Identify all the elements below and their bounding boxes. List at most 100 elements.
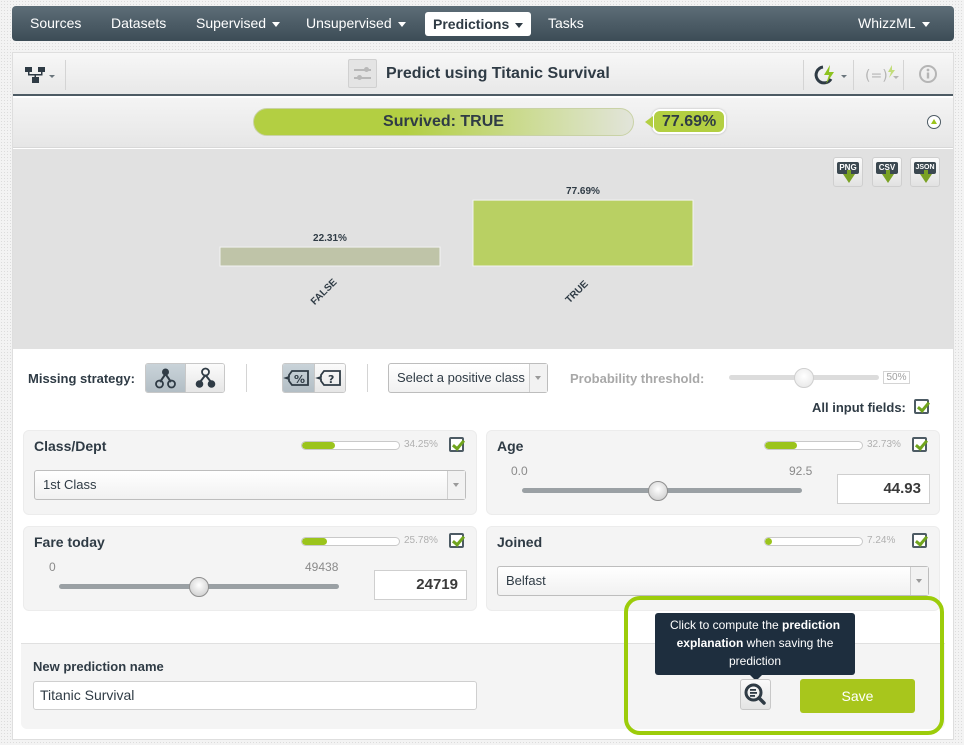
- field-card-age: Age 32.73% 0.0 92.5 44.93: [486, 430, 940, 515]
- category-tick-label: TRUE: [564, 278, 591, 305]
- field-name: Joined: [497, 534, 543, 550]
- formula-lightning-button[interactable]: (=): [863, 62, 901, 88]
- selected-value: 1st Class: [43, 477, 97, 492]
- model-tree-button[interactable]: [23, 62, 59, 88]
- age-input[interactable]: 44.93: [837, 474, 930, 504]
- field-name: Age: [497, 438, 524, 454]
- importance-bar: [764, 537, 863, 546]
- tooltip-bold: explanation: [676, 636, 744, 650]
- output-mode-toggle: % ?: [282, 363, 346, 393]
- missing-strategy-label: Missing strategy:: [28, 371, 135, 386]
- toolbar-separator: [65, 60, 66, 90]
- info-button[interactable]: [918, 64, 938, 84]
- caret-down-icon: [921, 21, 930, 27]
- threshold-label: Probability threshold:: [570, 371, 705, 386]
- caret-down-icon: [272, 21, 281, 27]
- field-card-fare-today: Fare today 25.78% 0 49438 24719: [23, 526, 477, 611]
- nav-whizzml[interactable]: WhizzML: [858, 6, 930, 41]
- selected-value: Belfast: [506, 573, 546, 588]
- svg-text:%: %: [294, 373, 305, 386]
- tooltip-text: when saving the prediction: [728, 636, 834, 668]
- prediction-form-icon: [348, 59, 377, 88]
- missing-strategy-toggle: [145, 363, 225, 393]
- download-json-button[interactable]: JSON: [910, 157, 940, 187]
- nav-unsupervised[interactable]: Unsupervised: [306, 6, 406, 41]
- nav-label: Predictions: [433, 16, 510, 32]
- question-tag-icon: ?: [315, 370, 341, 386]
- prediction-result-bar: Survived: TRUE 77.69%: [13, 98, 953, 148]
- tree-hollow-icon: [155, 368, 176, 389]
- prediction-name-label: New prediction name: [33, 659, 164, 674]
- prediction-name-input[interactable]: Titanic Survival: [33, 681, 477, 710]
- bar-value-label: 77.69%: [566, 186, 600, 197]
- toolbar-separator: [803, 60, 804, 90]
- nav-datasets[interactable]: Datasets: [111, 6, 166, 41]
- download-png-button[interactable]: PNG: [833, 157, 863, 187]
- importance-fill: [302, 538, 327, 545]
- importance-fill: [765, 442, 797, 449]
- range-min: 0: [49, 560, 56, 574]
- missing-strategy-proportional[interactable]: [185, 364, 224, 392]
- probability-mode-option[interactable]: %: [283, 364, 314, 392]
- nav-predictions[interactable]: Predictions: [425, 12, 532, 36]
- confidence-badge: 77.69%: [644, 109, 727, 134]
- age-slider-thumb[interactable]: [648, 481, 669, 501]
- importance-bar: [764, 441, 863, 450]
- formula-lightning-icon: (=): [865, 65, 899, 84]
- field-checkbox[interactable]: [449, 437, 464, 452]
- collapse-up-icon[interactable]: [927, 115, 941, 129]
- prediction-explanation-button[interactable]: [740, 679, 771, 710]
- fare-slider-thumb[interactable]: [189, 577, 209, 597]
- field-card-class-dept: Class/Dept 34.25% 1st Class: [23, 430, 477, 515]
- download-csv-button[interactable]: CSV: [872, 157, 902, 187]
- lightning-cycle-button[interactable]: [813, 62, 851, 88]
- save-button[interactable]: Save: [800, 679, 915, 713]
- top-navigation: Sources Datasets Supervised Unsupervised…: [12, 6, 954, 41]
- fare-input[interactable]: 24719: [374, 570, 467, 600]
- field-checkbox[interactable]: [449, 533, 464, 548]
- missing-strategy-last-prediction[interactable]: [146, 364, 185, 392]
- importance-fill: [302, 442, 336, 449]
- bar-true[interactable]: [472, 199, 694, 267]
- chevron-down-icon: [529, 364, 547, 392]
- unknown-mode-option[interactable]: ?: [314, 364, 345, 392]
- tooltip-bold: prediction: [782, 618, 841, 632]
- positive-class-placeholder: Select a positive class: [397, 370, 525, 385]
- joined-select[interactable]: Belfast: [497, 566, 929, 596]
- nav-tasks[interactable]: Tasks: [548, 6, 584, 41]
- tree-filled-icon: [195, 367, 216, 388]
- importance-bar: [301, 441, 400, 450]
- explanation-tooltip: Click to compute the prediction explanat…: [655, 613, 855, 681]
- positive-class-select[interactable]: Select a positive class: [388, 363, 548, 393]
- range-min: 0.0: [511, 464, 528, 478]
- toolbar-separator: [903, 60, 904, 90]
- importance-bar: [301, 537, 400, 546]
- download-arrow-icon: [882, 170, 894, 183]
- field-name: Fare today: [34, 534, 105, 550]
- bar-chart: 22.31% FALSE 77.69% TRUE: [219, 186, 694, 308]
- threshold-slider-thumb[interactable]: [794, 368, 814, 388]
- field-checkbox[interactable]: [912, 533, 927, 548]
- importance-fill: [765, 538, 773, 545]
- nav-supervised[interactable]: Supervised: [196, 6, 281, 41]
- nav-label: Datasets: [111, 15, 167, 31]
- bar-false[interactable]: [219, 246, 441, 267]
- percent-tag-icon: %: [283, 370, 309, 386]
- all-fields-checkbox[interactable]: [914, 399, 929, 414]
- nav-label: Supervised: [196, 15, 267, 31]
- svg-text:(=): (=): [865, 68, 888, 84]
- model-tree-icon: [25, 67, 55, 83]
- importance-percent: 7.24%: [867, 535, 896, 546]
- prediction-panel: Predict using Titanic Survival (=) Survi…: [12, 52, 954, 740]
- nav-label: Tasks: [548, 15, 584, 31]
- chevron-down-icon: [447, 471, 465, 499]
- class-dept-select[interactable]: 1st Class: [34, 470, 466, 500]
- field-name: Class/Dept: [34, 438, 107, 454]
- nav-label: Unsupervised: [306, 15, 392, 31]
- caret-down-icon: [515, 22, 524, 28]
- lightning-cycle-icon: [814, 65, 847, 85]
- controls-separator: [246, 364, 247, 392]
- field-checkbox[interactable]: [912, 437, 927, 452]
- nav-sources[interactable]: Sources: [30, 6, 81, 41]
- caret-down-icon: [397, 21, 406, 27]
